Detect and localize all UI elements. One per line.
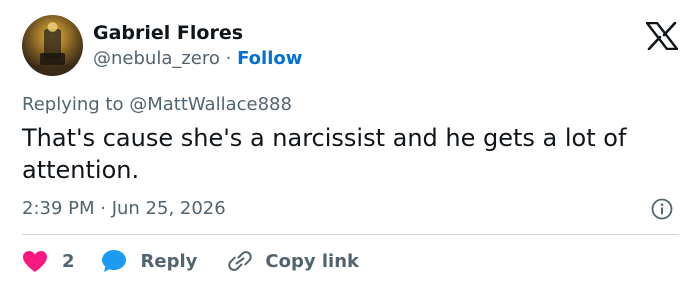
avatar-image [32, 22, 73, 76]
like-button[interactable]: 2 [22, 250, 75, 273]
speech-bubble-icon [101, 250, 126, 272]
heart-icon [23, 250, 47, 272]
info-icon[interactable] [651, 198, 673, 220]
follow-button[interactable]: Follow [237, 48, 302, 69]
action-bar: 2 Reply Copy link [22, 248, 359, 274]
tweet-text: That's cause she's a narcissist and he g… [22, 124, 627, 184]
author-name[interactable]: Gabriel Flores [93, 22, 243, 44]
divider [22, 234, 679, 235]
author-handle-row: @nebula_zero · Follow [93, 48, 302, 69]
handle-separator: · [225, 48, 232, 69]
copy-link-label: Copy link [265, 250, 359, 272]
replying-to: Replying to @MattWallace888 [22, 94, 292, 115]
replying-prefix: Replying to [22, 94, 124, 115]
reply-label: Reply [140, 250, 198, 272]
author-handle[interactable]: @nebula_zero [93, 48, 220, 69]
x-logo-icon[interactable] [646, 22, 678, 50]
copy-link-button[interactable]: Copy link [227, 249, 359, 273]
tweet-timestamp[interactable]: 2:39 PM · Jun 25, 2026 [22, 198, 226, 219]
like-count: 2 [62, 250, 75, 272]
reply-mention-link[interactable]: @MattWallace888 [129, 94, 292, 115]
reply-button[interactable]: Reply [101, 249, 198, 273]
link-icon [228, 251, 253, 271]
avatar[interactable] [22, 15, 83, 76]
